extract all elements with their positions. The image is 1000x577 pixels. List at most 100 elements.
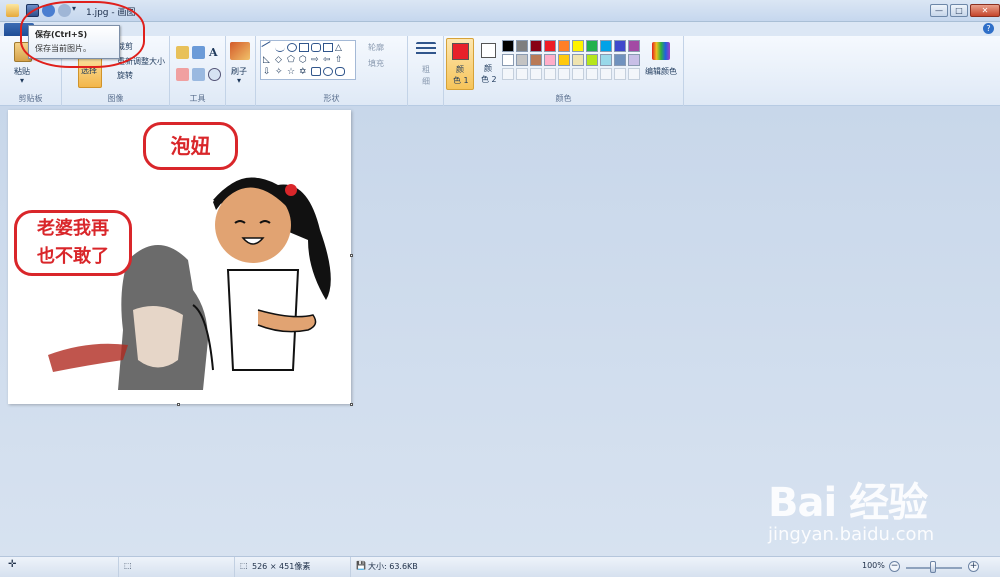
custom-color-slot[interactable] xyxy=(628,68,640,80)
close-button[interactable]: ✕ xyxy=(970,4,1000,17)
callout-cloud-shape-icon[interactable] xyxy=(335,67,345,76)
color-picker-icon[interactable] xyxy=(192,68,205,81)
resize-handle-right[interactable] xyxy=(350,254,353,257)
palette-swatch[interactable] xyxy=(544,54,556,66)
shapes-gallery[interactable]: △ ◺ ◇ ⬠ ⬡ ⇨ ⇦ ⇧ ⇩ ✧ ☆ ✡ xyxy=(260,40,356,80)
curve-shape-icon[interactable] xyxy=(275,43,285,52)
arrow-left-shape-icon[interactable]: ⇦ xyxy=(323,55,333,65)
palette-swatch[interactable] xyxy=(558,40,570,52)
star4-shape-icon[interactable]: ✧ xyxy=(275,67,285,77)
resize-handle-corner[interactable] xyxy=(350,403,353,406)
size-lines-icon[interactable] xyxy=(416,42,436,56)
undo-icon[interactable] xyxy=(42,4,55,17)
color1-label-bottom: 色 1 xyxy=(453,76,469,85)
palette-swatch[interactable] xyxy=(586,54,598,66)
palette-swatch[interactable] xyxy=(600,54,612,66)
tooltip-description: 保存当前图片。 xyxy=(35,44,91,53)
color2-button[interactable]: 颜 色 2 xyxy=(476,38,502,90)
speech-bubble-left: 老婆我再 也不敢了 xyxy=(14,210,132,276)
custom-color-slot[interactable] xyxy=(586,68,598,80)
palette-swatch[interactable] xyxy=(572,54,584,66)
arrow-up-shape-icon[interactable]: ⇧ xyxy=(335,55,345,65)
color-palette xyxy=(502,40,644,84)
outline-button[interactable]: 轮廓 xyxy=(368,42,384,53)
custom-color-slot[interactable] xyxy=(600,68,612,80)
color2-label-top: 颜 xyxy=(484,64,492,73)
zoom-slider-thumb[interactable] xyxy=(930,561,936,573)
star6-shape-icon[interactable]: ✡ xyxy=(299,67,309,77)
brushes-dropdown-icon[interactable]: ▾ xyxy=(237,76,241,85)
palette-swatch[interactable] xyxy=(586,40,598,52)
redo-icon[interactable] xyxy=(58,4,71,17)
custom-color-slot[interactable] xyxy=(572,68,584,80)
palette-swatch[interactable] xyxy=(628,40,640,52)
minimize-button[interactable]: — xyxy=(930,4,948,17)
pentagon-shape-icon[interactable]: ⬠ xyxy=(287,55,297,65)
palette-swatch[interactable] xyxy=(614,40,626,52)
callout-rect-shape-icon[interactable] xyxy=(311,67,321,76)
diamond-shape-icon[interactable]: ◇ xyxy=(275,55,285,65)
color1-swatch xyxy=(452,43,469,60)
palette-swatch[interactable] xyxy=(600,40,612,52)
arrow-right-shape-icon[interactable]: ⇨ xyxy=(311,55,321,65)
zoom-out-button[interactable]: − xyxy=(889,561,900,572)
rectangle-shape-icon[interactable] xyxy=(299,43,309,52)
palette-swatch[interactable] xyxy=(530,40,542,52)
size-label-bottom[interactable]: 细 xyxy=(422,76,430,87)
clipboard-group-label: 剪贴板 xyxy=(18,94,43,103)
palette-swatch[interactable] xyxy=(516,40,528,52)
palette-swatch[interactable] xyxy=(544,40,556,52)
arrow-down-shape-icon[interactable]: ⇩ xyxy=(263,67,273,77)
palette-swatch[interactable] xyxy=(502,54,514,66)
palette-swatch[interactable] xyxy=(516,54,528,66)
custom-color-slot[interactable] xyxy=(558,68,570,80)
palette-swatch[interactable] xyxy=(614,54,626,66)
triangle-shape-icon[interactable]: △ xyxy=(335,43,345,53)
image-canvas[interactable]: 泡妞 老婆我再 也不敢了 xyxy=(8,110,351,404)
text-icon[interactable]: A xyxy=(209,46,218,59)
custom-color-slot[interactable] xyxy=(544,68,556,80)
color2-swatch xyxy=(481,43,496,58)
fill-icon[interactable] xyxy=(192,46,205,59)
oval-shape-icon[interactable] xyxy=(287,43,297,52)
palette-swatch[interactable] xyxy=(628,54,640,66)
custom-color-slot[interactable] xyxy=(614,68,626,80)
rotate-button[interactable]: 旋转 xyxy=(117,70,133,81)
save-icon[interactable] xyxy=(26,4,39,17)
color1-button[interactable]: 颜 色 1 xyxy=(446,38,474,90)
resize-button[interactable]: 重新调整大小 xyxy=(117,56,165,67)
callout-oval-shape-icon[interactable] xyxy=(323,67,333,76)
baidu-watermark: Bai 经验 jingyan.baidu.com xyxy=(768,470,934,545)
paste-dropdown-icon[interactable]: ▾ xyxy=(20,76,24,85)
palette-swatch[interactable] xyxy=(530,54,542,66)
hexagon-shape-icon[interactable]: ⬡ xyxy=(299,55,309,65)
rounded-rectangle-shape-icon[interactable] xyxy=(311,43,321,52)
star5-shape-icon[interactable]: ☆ xyxy=(287,67,297,77)
eraser-icon[interactable] xyxy=(176,68,189,81)
right-triangle-shape-icon[interactable]: ◺ xyxy=(263,55,273,65)
maximize-button[interactable]: □ xyxy=(950,4,968,17)
pencil-icon[interactable] xyxy=(176,46,189,59)
custom-color-slot[interactable] xyxy=(516,68,528,80)
brush-icon[interactable] xyxy=(230,42,250,60)
ribbon: 粘贴 ▾ 剪贴板 选择 裁剪 重新调整大小 旋转 图像 A 工具 刷子 ▾ △ … xyxy=(0,36,1000,106)
palette-swatch[interactable] xyxy=(502,40,514,52)
line-shape-icon[interactable] xyxy=(261,41,275,54)
custom-color-slot[interactable] xyxy=(502,68,514,80)
palette-swatch[interactable] xyxy=(572,40,584,52)
edit-colors-icon[interactable] xyxy=(652,42,670,60)
paint-app-icon[interactable] xyxy=(6,4,19,17)
fill-button[interactable]: 填充 xyxy=(368,58,384,69)
custom-color-slot[interactable] xyxy=(530,68,542,80)
polygon-shape-icon[interactable] xyxy=(323,43,333,52)
palette-swatch[interactable] xyxy=(558,54,570,66)
edit-colors-button[interactable]: 编辑颜色 xyxy=(645,66,677,77)
size-label-top[interactable]: 粗 xyxy=(422,64,430,75)
customize-toolbar-icon[interactable]: ▾ xyxy=(72,4,80,17)
tools-group: A 工具 xyxy=(170,36,226,106)
magnifier-icon[interactable] xyxy=(208,68,221,81)
zoom-in-button[interactable]: + xyxy=(968,561,979,572)
select-button[interactable]: 选择 xyxy=(81,65,97,76)
resize-handle-bottom[interactable] xyxy=(177,403,180,406)
help-icon[interactable]: ? xyxy=(983,23,994,34)
